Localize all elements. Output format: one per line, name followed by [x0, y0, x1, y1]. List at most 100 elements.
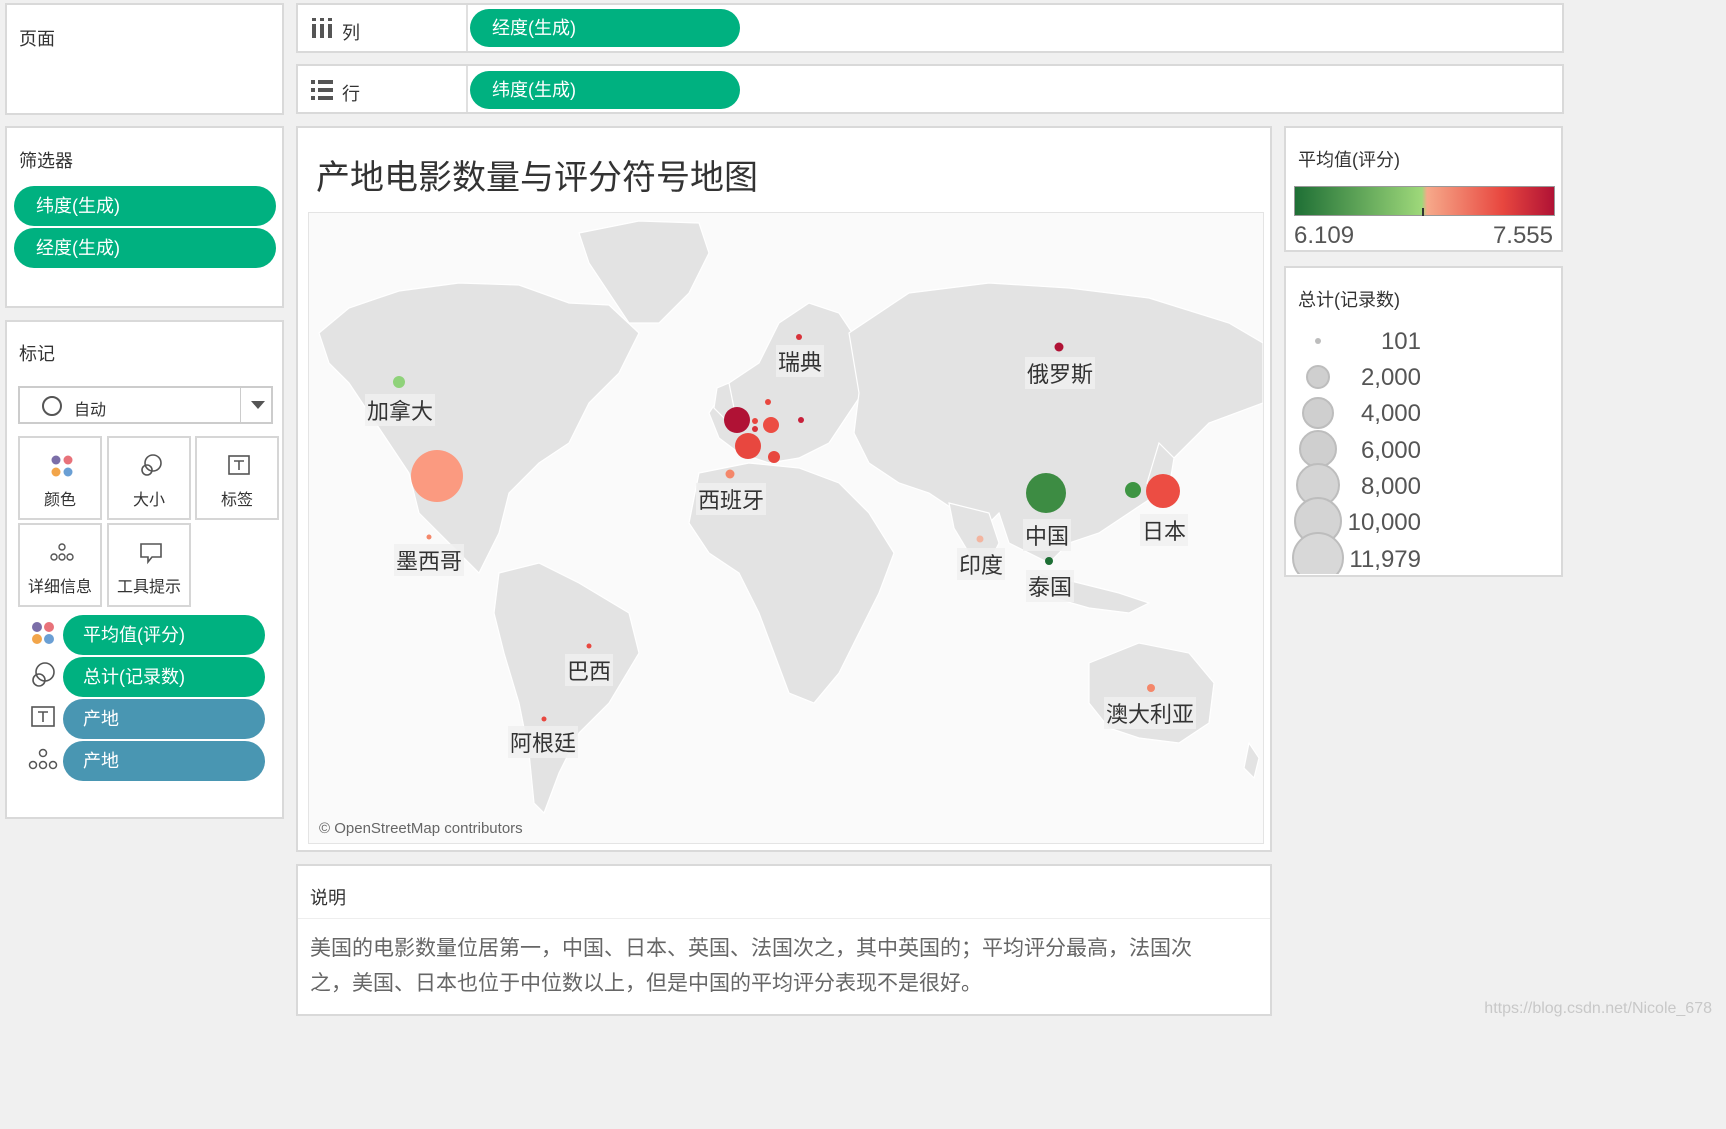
bubble-usa[interactable] — [411, 450, 463, 502]
detail-dots-icon — [50, 543, 74, 561]
bubble-poland[interactable] — [798, 417, 804, 423]
rows-icon — [311, 80, 333, 100]
bubble-india[interactable] — [976, 535, 984, 543]
dropdown-divider — [240, 388, 241, 422]
size-legend-item: 8,000 — [1360, 473, 1421, 500]
filter-pill-latitude[interactable]: 纬度(生成) — [14, 186, 276, 226]
pages-panel-title: 页面 — [19, 29, 55, 49]
size-legend-item: 2,000 — [1360, 364, 1421, 391]
description-line-1: 美国的电影数量位居第一，中国、日本、英国、法国次之，其中英国的；平均评分最高，法… — [310, 936, 1192, 960]
rows-shelf-label: 行 — [342, 84, 360, 104]
text-icon — [228, 455, 250, 475]
pages-panel: 页面 — [5, 3, 284, 115]
tooltip-button-label: 工具提示 — [116, 579, 181, 596]
color-button-label: 颜色 — [43, 492, 76, 509]
detail-dots-icon — [28, 748, 58, 770]
chevron-down-icon — [251, 401, 265, 409]
size-button[interactable]: 大小 — [107, 436, 191, 520]
columns-pill-longitude[interactable]: 经度(生成) — [470, 9, 740, 47]
detail-button[interactable]: 详细信息 — [18, 523, 102, 607]
rows-shelf: 行 纬度(生成) — [296, 64, 1564, 114]
label-field-pill[interactable]: 产地 — [63, 699, 265, 739]
mark-type-dropdown[interactable]: 自动 — [18, 386, 273, 424]
map-label-canada: 加拿大 — [365, 394, 436, 426]
bubble-germany[interactable] — [763, 417, 779, 433]
bubble-italy[interactable] — [768, 451, 780, 463]
bubble-layer — [393, 334, 1180, 722]
description-line-2: 之，美国、日本也位于中位数以上，但是中国的平均评分表现不是很好。 — [310, 971, 982, 995]
size-legend-circles — [1292, 338, 1344, 574]
description-title: 说明 — [310, 888, 346, 908]
size-circles-icon — [141, 454, 162, 476]
map-label-spain: 西班牙 — [696, 483, 767, 515]
map-label-mexico: 墨西哥 — [394, 544, 465, 576]
bubble-spain[interactable] — [725, 469, 735, 479]
bubble-thailand[interactable] — [1045, 557, 1053, 565]
shelf-divider — [466, 66, 468, 112]
color-legend-panel: 平均值(评分) 6.109 7.555 — [1284, 126, 1563, 252]
bubble-australia[interactable] — [1147, 684, 1155, 692]
size-legend-item: 10,000 — [1347, 509, 1421, 536]
bubble-russia[interactable] — [1054, 342, 1064, 352]
mark-type-label: 自动 — [74, 402, 107, 419]
map-label-russia: 俄罗斯 — [1025, 357, 1096, 389]
map-label-thailand: 泰国 — [1026, 570, 1075, 602]
marks-panel-title: 标记 — [19, 344, 55, 364]
map-label-japan: 日本 — [1140, 514, 1189, 546]
size-legend-item: 11,979 — [1349, 546, 1421, 573]
color-legend-title: 平均值(评分) — [1298, 150, 1400, 170]
bubble-brazil[interactable] — [586, 643, 592, 649]
detail-button-label: 详细信息 — [27, 579, 92, 596]
color-dots-icon — [51, 455, 73, 477]
color-gradient-bar[interactable] — [1294, 186, 1555, 216]
map-label-india: 印度 — [957, 548, 1006, 580]
color-dots-icon — [32, 622, 54, 644]
color-legend-max: 7.555 — [1492, 222, 1553, 249]
filters-panel-title: 筛选器 — [19, 151, 73, 171]
map-label-brazil: 巴西 — [565, 654, 614, 686]
bubble-canada[interactable] — [393, 376, 405, 388]
map-attribution[interactable]: © OpenStreetMap contributors — [319, 820, 523, 837]
bubble-uk[interactable] — [724, 407, 750, 433]
bubble-france[interactable] — [735, 433, 761, 459]
gradient-median-tick — [1422, 208, 1424, 216]
size-circles-icon — [32, 662, 55, 687]
bubble-argentina[interactable] — [541, 716, 547, 722]
watermark: https://blog.csdn.net/Nicole_678 — [1484, 1000, 1712, 1017]
text-icon — [31, 706, 55, 727]
bubble-sweden[interactable] — [796, 334, 802, 340]
map-canvas[interactable]: 瑞典 俄罗斯 加拿大 西班牙 日本 中国 墨西哥 印度 泰国 巴西 澳大利亚 阿… — [308, 212, 1264, 844]
color-legend-min: 6.109 — [1294, 222, 1355, 249]
description-divider — [298, 918, 1270, 919]
label-button[interactable]: 标签 — [195, 436, 279, 520]
bubble-mexico[interactable] — [426, 534, 432, 540]
size-button-label: 大小 — [132, 492, 165, 509]
size-legend-item: 6,000 — [1360, 437, 1421, 464]
map-title: 产地电影数量与评分符号地图 — [316, 158, 758, 198]
tooltip-icon — [140, 543, 162, 565]
bubble-netherlands[interactable] — [752, 426, 758, 432]
columns-shelf-label: 列 — [342, 23, 360, 43]
map-label-china: 中国 — [1023, 519, 1072, 551]
description-panel: 说明 美国的电影数量位居第一，中国、日本、英国、法国次之，其中英国的；平均评分最… — [296, 864, 1272, 1016]
bubble-belgium[interactable] — [752, 418, 758, 424]
color-field-pill[interactable]: 平均值(评分) — [63, 615, 265, 655]
columns-shelf: 列 经度(生成) — [296, 3, 1564, 53]
rows-pill-latitude[interactable]: 纬度(生成) — [470, 71, 740, 109]
bubble-china[interactable] — [1026, 473, 1066, 513]
filter-pill-longitude[interactable]: 经度(生成) — [14, 228, 276, 268]
bubble-korea[interactable] — [1125, 482, 1141, 498]
size-legend-item: 101 — [1380, 328, 1421, 355]
color-button[interactable]: 颜色 — [18, 436, 102, 520]
detail-field-pill[interactable]: 产地 — [63, 741, 265, 781]
size-legend-panel: 总计(记录数) 101 2,000 4,000 6,000 8,000 10,0… — [1284, 266, 1563, 577]
size-field-pill[interactable]: 总计(记录数) — [63, 657, 265, 697]
map-view-panel: 产地电影数量与评分符号地图 瑞典 俄罗斯 加拿大 西班牙 日本 中国 墨西哥 印… — [296, 126, 1272, 852]
marks-panel: 标记 自动 颜色 大小 标签 详细信息 工具提示 平均值(评分) 总计(记录数)… — [5, 320, 284, 819]
tooltip-button[interactable]: 工具提示 — [107, 523, 191, 607]
size-legend-title: 总计(记录数) — [1298, 290, 1400, 310]
bubble-denmark[interactable] — [765, 399, 771, 405]
bubble-japan[interactable] — [1146, 474, 1180, 508]
shelf-divider — [466, 5, 468, 51]
size-legend-item: 4,000 — [1360, 400, 1421, 427]
